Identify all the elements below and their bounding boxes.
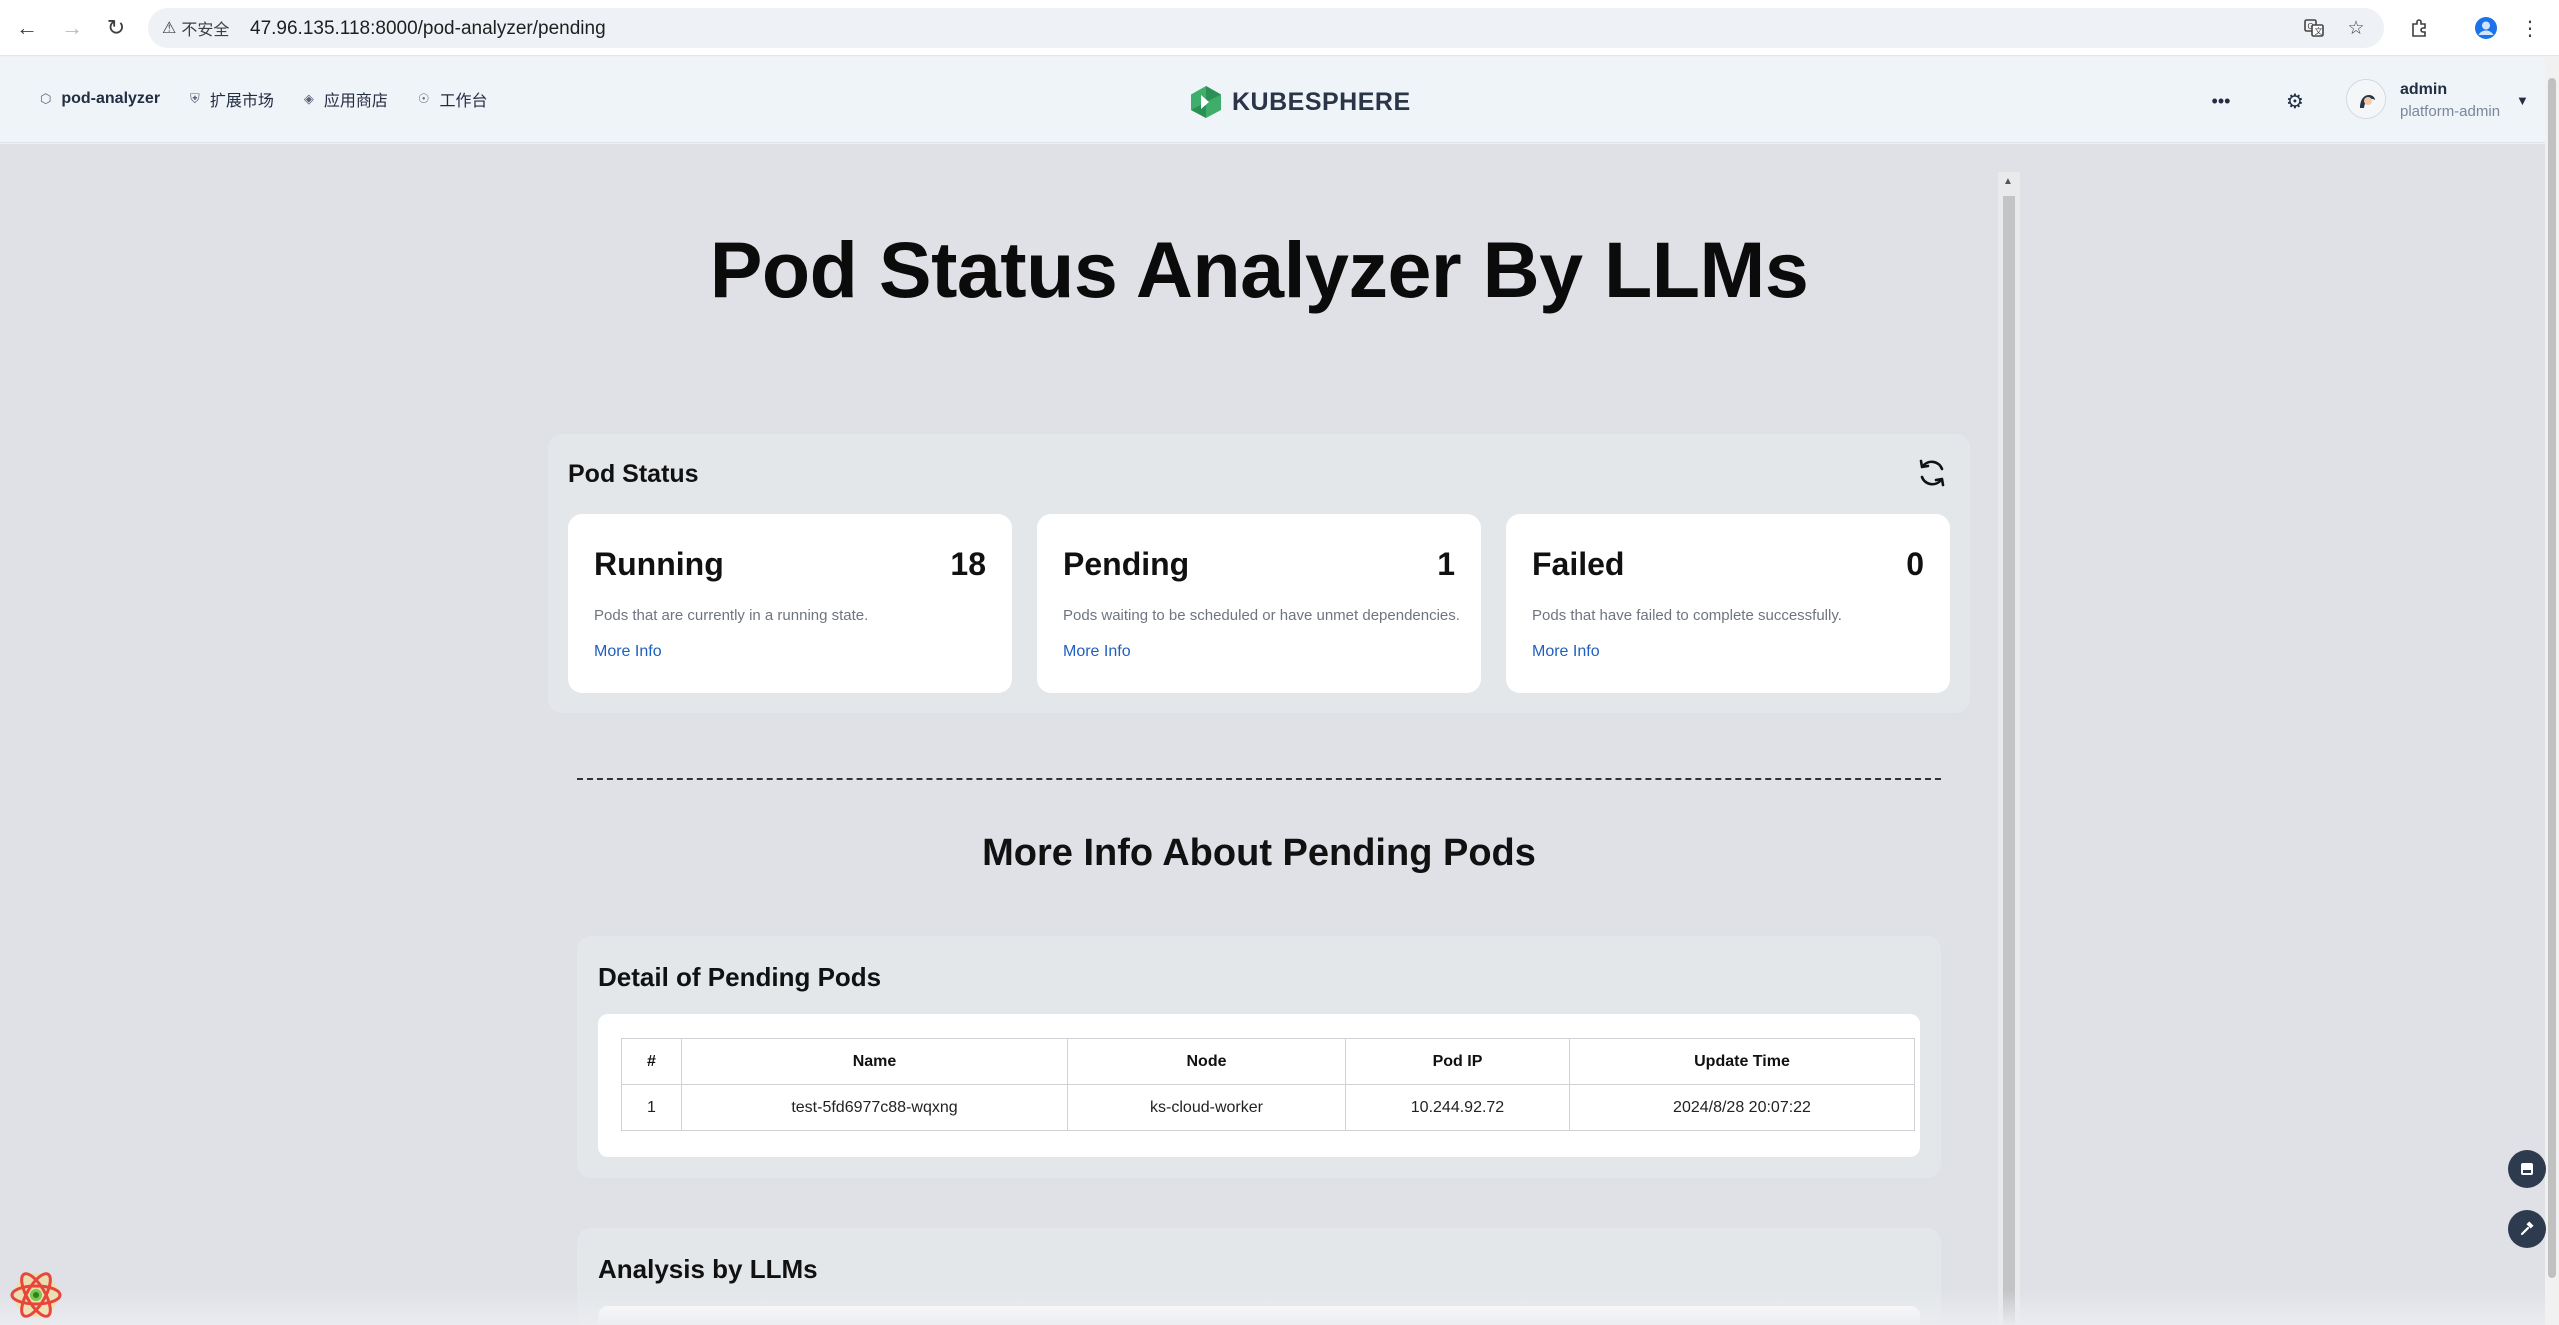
analysis-title: Analysis by LLMs — [598, 1254, 818, 1284]
url-text[interactable]: 47.96.135.118:8000/pod-analyzer/pending — [250, 18, 606, 40]
card-count: 1 — [1437, 546, 1455, 582]
page-scrollbar[interactable] — [2545, 58, 2559, 1325]
bottom-fade — [0, 1290, 2545, 1325]
caret-down-icon[interactable]: ▼ — [2516, 93, 2529, 108]
notes-icon — [2521, 1163, 2533, 1175]
column-header: Pod IP — [1345, 1038, 1570, 1085]
user-name: admin — [2400, 81, 2448, 98]
logo-text: KUBESPHERE — [1232, 87, 1411, 116]
column-header: Node — [1067, 1038, 1346, 1085]
pod-status-panel: Pod Status Running 18 Pods that are curr… — [548, 434, 1970, 713]
warning-icon: ⚠ — [162, 20, 177, 37]
extensions-icon[interactable] — [2405, 13, 2435, 43]
table-header-row: # Name Node Pod IP Update Time — [621, 1038, 1915, 1085]
security-indicator[interactable]: ⚠ 不安全 — [162, 17, 229, 39]
reload-icon[interactable]: ↻ — [102, 14, 130, 42]
security-label: 不安全 — [181, 22, 230, 39]
failed-more-info-link[interactable]: More Info — [1532, 643, 1600, 661]
nav-item-workbench[interactable]: ☉ 工作台 — [418, 87, 488, 111]
back-icon[interactable]: ← — [13, 14, 41, 42]
page-title: Pod Status Analyzer By LLMs — [709, 225, 1809, 314]
pending-pods-table: # Name Node Pod IP Update Time 1 test-5f… — [621, 1038, 1915, 1131]
table-cell: 2024/8/28 20:07:22 — [1569, 1084, 1915, 1131]
nav-label: 应用商店 — [323, 93, 388, 110]
translate-icon[interactable]: G文 — [2302, 16, 2326, 40]
browser-menu-icon[interactable]: ⋮ — [2515, 13, 2545, 43]
refresh-icon[interactable] — [1916, 457, 1948, 489]
failed-card: Failed 0 Pods that have failed to comple… — [1506, 514, 1950, 693]
svg-text:文: 文 — [2315, 26, 2323, 36]
floating-notes-button[interactable] — [2508, 1150, 2546, 1188]
section-divider — [577, 778, 1941, 780]
compass-icon: ☉ — [417, 91, 430, 106]
column-header: Name — [681, 1038, 1068, 1085]
app-header: ⬡ pod-analyzer ⛨ 扩展市场 ◈ 应用商店 ☉ 工作台 KUBES… — [0, 57, 2559, 143]
nav-item-app-store[interactable]: ◈ 应用商店 — [304, 87, 388, 111]
column-header: # — [621, 1038, 682, 1085]
kubesphere-logo-icon — [1191, 86, 1221, 118]
nav-label: 工作台 — [439, 93, 488, 110]
nav-label: 扩展市场 — [209, 93, 274, 110]
table-cell: 10.244.92.72 — [1345, 1084, 1570, 1131]
more-apps-icon[interactable]: ••• — [2206, 89, 2236, 113]
page-scrollbar-thumb[interactable] — [2548, 78, 2556, 1278]
user-role: platform-admin — [2400, 103, 2501, 120]
user-info[interactable]: admin platform-admin — [2400, 81, 2500, 120]
card-title: Running — [594, 546, 724, 582]
profile-icon[interactable] — [2471, 13, 2501, 43]
forward-icon[interactable]: → — [58, 14, 86, 42]
pod-status-title: Pod Status — [568, 460, 699, 488]
top-nav: ⬡ pod-analyzer ⛨ 扩展市场 ◈ 应用商店 ☉ 工作台 — [40, 87, 488, 111]
card-title: Pending — [1063, 546, 1190, 582]
detail-title: Detail of Pending Pods — [598, 962, 882, 992]
floating-tool-button[interactable] — [2508, 1210, 2546, 1248]
layers-icon: ◈ — [303, 91, 314, 106]
column-header: Update Time — [1569, 1038, 1915, 1085]
table-cell: 1 — [621, 1084, 682, 1131]
address-bar[interactable]: ⚠ 不安全 47.96.135.118:8000/pod-analyzer/pe… — [148, 8, 2384, 48]
bookmark-star-icon[interactable]: ☆ — [2344, 16, 2368, 40]
card-count: 18 — [950, 546, 986, 582]
scroll-up-arrow-icon[interactable]: ▲ — [2003, 176, 2013, 187]
gear-icon[interactable]: ⚙ — [2280, 87, 2310, 115]
pending-detail-panel: Detail of Pending Pods # Name Node Pod I… — [577, 936, 1941, 1178]
card-description: Pods that are currently in a running sta… — [594, 607, 869, 624]
card-title: Failed — [1532, 546, 1625, 582]
shield-icon: ⛨ — [190, 91, 200, 106]
nav-label: pod-analyzer — [61, 90, 161, 107]
running-more-info-link[interactable]: More Info — [594, 643, 662, 661]
frame-scrollbar[interactable]: ▲ — [1998, 172, 2020, 1325]
avatar[interactable] — [2346, 79, 2386, 119]
cube-icon: ⬡ — [40, 91, 52, 106]
table-card: # Name Node Pod IP Update Time 1 test-5f… — [598, 1014, 1920, 1157]
table-row: 1 test-5fd6977c88-wqxng ks-cloud-worker … — [621, 1084, 1915, 1131]
table-cell: ks-cloud-worker — [1067, 1084, 1346, 1131]
kubesphere-logo[interactable]: KUBESPHERE — [1190, 85, 1411, 119]
card-description: Pods waiting to be scheduled or have unm… — [1063, 607, 1460, 624]
running-card: Running 18 Pods that are currently in a … — [568, 514, 1012, 693]
nav-item-pod-analyzer[interactable]: ⬡ pod-analyzer — [40, 90, 160, 108]
card-count: 0 — [1906, 546, 1924, 582]
nav-item-extension-market[interactable]: ⛨ 扩展市场 — [190, 87, 274, 111]
browser-toolbar: ← → ↻ ⚠ 不安全 47.96.135.118:8000/pod-analy… — [0, 0, 2559, 56]
pending-more-info-link[interactable]: More Info — [1063, 643, 1131, 661]
hammer-icon — [2520, 1221, 2534, 1236]
section-title: More Info About Pending Pods — [982, 832, 1536, 874]
frame-scrollbar-thumb[interactable] — [2003, 196, 2015, 1325]
react-query-devtools-icon[interactable] — [8, 1270, 64, 1320]
card-description: Pods that have failed to complete succes… — [1532, 607, 1842, 624]
pending-card: Pending 1 Pods waiting to be scheduled o… — [1037, 514, 1481, 693]
table-cell: test-5fd6977c88-wqxng — [681, 1084, 1068, 1131]
